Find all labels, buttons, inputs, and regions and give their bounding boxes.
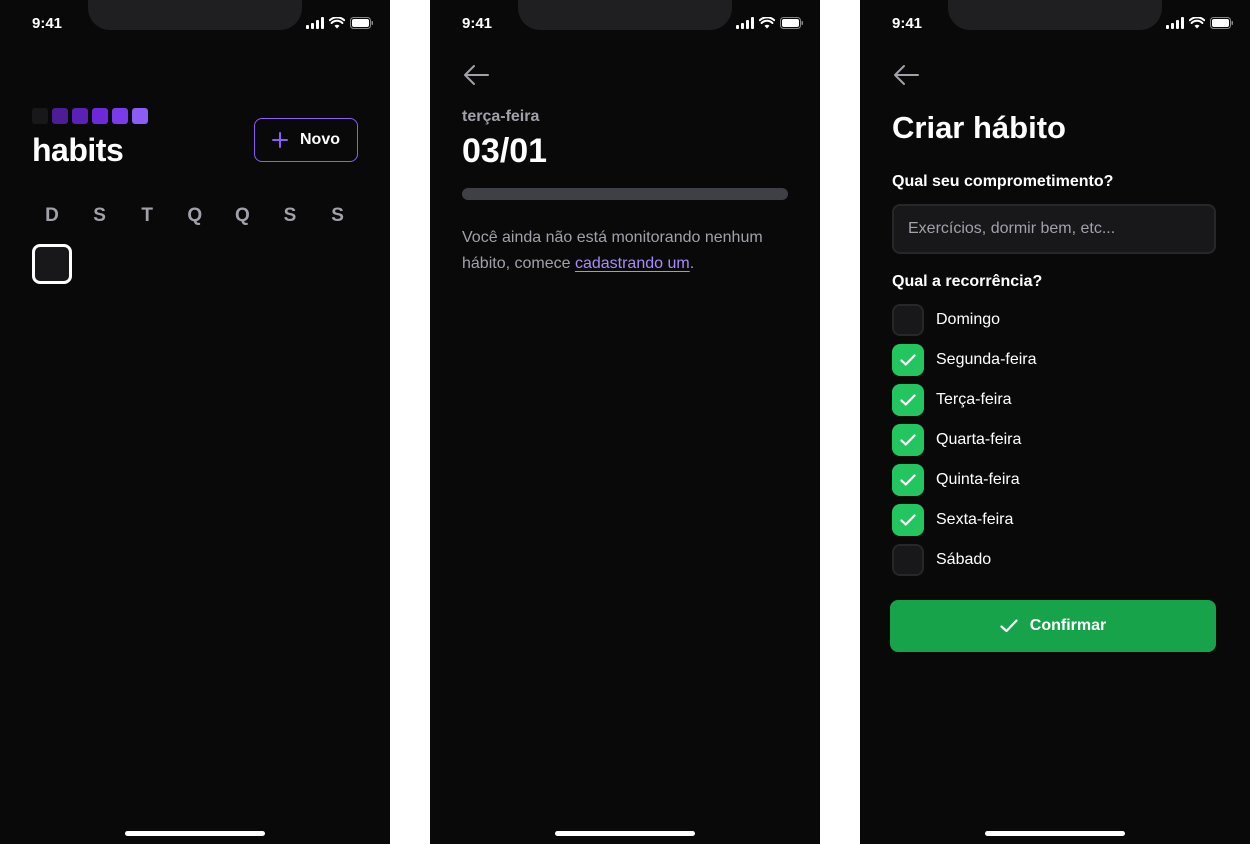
- day-checkbox-item[interactable]: Segunda-feira: [892, 344, 1037, 376]
- day-checkbox-label: Quinta-feira: [936, 471, 1020, 488]
- checkbox-unchecked[interactable]: [892, 304, 924, 336]
- status-time: 9:41: [462, 15, 493, 32]
- progress-bar: [462, 188, 788, 200]
- week-days-header: DSTQQSS: [32, 205, 365, 227]
- week-day-label: S: [331, 205, 344, 226]
- week-day-label: Q: [187, 205, 203, 226]
- check-icon: [900, 434, 916, 446]
- day-checkbox-label: Domingo: [936, 311, 1001, 328]
- weekday-label: terça-feira: [462, 108, 540, 125]
- check-icon: [900, 474, 916, 486]
- new-habit-label: Novo: [300, 131, 340, 148]
- new-habit-screen: 9:41 Criar hábito Qual seu comprometimen…: [860, 0, 1250, 844]
- new-habit-button[interactable]: Novo: [254, 118, 358, 162]
- check-icon: [1000, 619, 1018, 633]
- signal-icon: [306, 17, 324, 29]
- day-checkbox-item[interactable]: Quinta-feira: [892, 464, 1037, 496]
- back-arrow-icon[interactable]: [893, 64, 919, 86]
- commitment-input[interactable]: [892, 204, 1216, 254]
- wifi-icon: [759, 17, 775, 29]
- empty-message-suffix: .: [689, 255, 695, 272]
- status-icons: [736, 17, 804, 29]
- check-icon: [900, 394, 916, 406]
- recurrence-label: Qual a recorrência?: [892, 273, 1043, 290]
- page-title: Criar hábito: [892, 110, 1066, 145]
- day-checkbox-item[interactable]: Terça-feira: [892, 384, 1037, 416]
- checkbox-unchecked[interactable]: [892, 544, 924, 576]
- checkbox-checked[interactable]: [892, 464, 924, 496]
- status-time: 9:41: [892, 15, 923, 32]
- day-checkbox-label: Quarta-feira: [936, 431, 1022, 448]
- notch: [518, 0, 732, 30]
- status-time: 9:41: [32, 15, 63, 32]
- recurrence-checklist: Domingo Segunda-feira Terça-feira Quarta-fe…: [892, 304, 1037, 584]
- logo-square: [132, 108, 148, 124]
- battery-icon: [350, 17, 373, 29]
- check-icon: [900, 514, 916, 526]
- day-checkbox-label: Sexta-feira: [936, 511, 1014, 528]
- day-checkbox-label: Sábado: [936, 551, 992, 568]
- status-icons: [1166, 17, 1234, 29]
- day-checkbox-label: Segunda-feira: [936, 351, 1037, 368]
- signal-icon: [1166, 17, 1184, 29]
- day-checkbox-item[interactable]: Sábado: [892, 544, 1037, 576]
- logo-square: [72, 108, 88, 124]
- confirm-label: Confirmar: [1029, 617, 1107, 634]
- logo-square: [52, 108, 68, 124]
- status-icons: [306, 17, 374, 29]
- checkbox-checked[interactable]: [892, 344, 924, 376]
- habit-day-screen: 9:41 terça-feira 03/01 Você ainda não es…: [430, 0, 820, 844]
- back-arrow-icon[interactable]: [463, 64, 489, 86]
- check-icon: [900, 354, 916, 366]
- logo-square: [32, 108, 48, 124]
- signal-icon: [736, 17, 754, 29]
- logo-square: [112, 108, 128, 124]
- plus-icon: [272, 132, 288, 148]
- confirm-button[interactable]: Confirmar: [890, 600, 1216, 652]
- day-square-today[interactable]: [32, 244, 72, 284]
- home-indicator: [985, 831, 1125, 836]
- home-indicator: [125, 831, 265, 836]
- home-screen: 9:41 habits Novo D S T Q Q S S: [0, 0, 390, 844]
- create-habit-link[interactable]: cadastrando um: [575, 255, 690, 272]
- week-day-label: T: [141, 205, 153, 226]
- notch: [948, 0, 1162, 30]
- date-title: 03/01: [462, 132, 548, 170]
- week-day-label: D: [45, 205, 59, 226]
- home-indicator: [555, 831, 695, 836]
- logo-squares: [32, 108, 148, 124]
- wifi-icon: [329, 17, 345, 29]
- day-checkbox-label: Terça-feira: [936, 391, 1012, 408]
- checkbox-checked[interactable]: [892, 384, 924, 416]
- notch: [88, 0, 302, 30]
- week-day-label: S: [93, 205, 106, 226]
- battery-icon: [1210, 17, 1233, 29]
- logo-square: [92, 108, 108, 124]
- battery-icon: [780, 17, 803, 29]
- checkbox-checked[interactable]: [892, 504, 924, 536]
- commitment-label: Qual seu comprometimento?: [892, 173, 1114, 190]
- checkbox-checked[interactable]: [892, 424, 924, 456]
- day-checkbox-item[interactable]: Sexta-feira: [892, 504, 1037, 536]
- day-checkbox-item[interactable]: Domingo: [892, 304, 1037, 336]
- empty-message: Você ainda não está monitorando nenhum h…: [462, 225, 792, 277]
- wifi-icon: [1189, 17, 1205, 29]
- day-checkbox-item[interactable]: Quarta-feira: [892, 424, 1037, 456]
- week-day-label: S: [283, 205, 297, 226]
- app-logo: habits: [32, 132, 124, 168]
- week-day-label: Q: [234, 205, 250, 226]
